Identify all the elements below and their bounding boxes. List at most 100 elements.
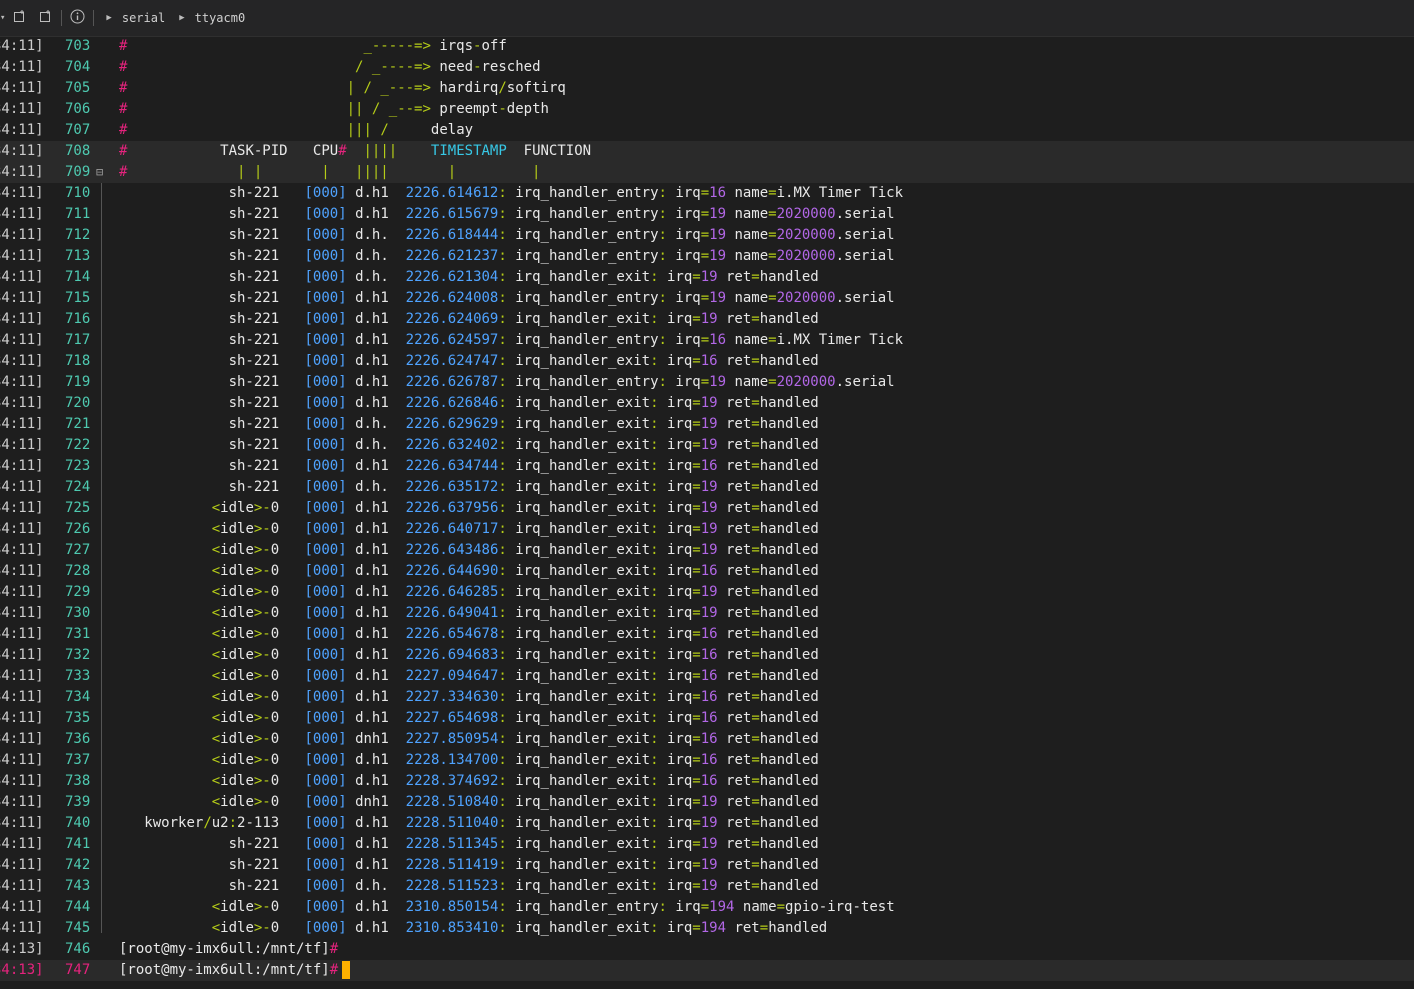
- trace-value: handled: [759, 710, 819, 726]
- task-pid: 0: [270, 668, 280, 684]
- task-bracket: >-: [253, 500, 271, 516]
- trace-function: irq_handler_exit: [515, 416, 651, 432]
- line-timestamp: 34:11]: [0, 437, 44, 453]
- line-number: 721: [65, 416, 91, 432]
- terminal-line: 34:13] 747 [root@my-imx6ull:/mnt/tf]#: [0, 960, 1414, 981]
- header-art: _-----=>: [363, 38, 431, 54]
- new-tab-icon[interactable]: [13, 9, 27, 27]
- trace-irq-key: irq: [666, 689, 693, 705]
- trace-cpu: 000: [312, 647, 339, 663]
- task-pid: 0: [270, 794, 280, 810]
- trace-eq: =: [692, 710, 701, 726]
- task-name: idle: [220, 521, 254, 537]
- terminal-cursor[interactable]: [342, 961, 351, 979]
- trace-colon: :: [498, 374, 507, 390]
- trace-value: .serial: [835, 290, 895, 306]
- trace-function: irq_handler_entry: [515, 899, 659, 915]
- trace-key: name: [734, 374, 769, 390]
- trace-time: 2226.614612: [405, 185, 499, 201]
- task-pid: 0: [270, 731, 280, 747]
- task-pid: 0: [270, 584, 280, 600]
- fold-collapse-icon[interactable]: ⊟: [96, 162, 103, 183]
- trace-colon: :: [498, 899, 507, 915]
- trace-value: .serial: [835, 227, 895, 243]
- trace-key: ret: [726, 794, 752, 810]
- trace-flags: d.h1: [355, 500, 389, 516]
- terminal-line: 34:11] 707 # ||| / delay: [0, 120, 1414, 141]
- trace-value: handled: [759, 731, 819, 747]
- trace-colon: :: [498, 752, 507, 768]
- trace-function: irq_handler_exit: [515, 437, 651, 453]
- trace-cpu-bracket: [: [304, 899, 313, 915]
- terminal-line: 34:11] 713 sh-221 [000] d.h. 2226.621237:…: [0, 246, 1414, 267]
- trace-cpu-bracket: ]: [338, 395, 347, 411]
- trace-flags: d.h1: [355, 647, 389, 663]
- terminal-line: 34:11] 708 # TASK-PID CPU# |||| TIMESTAMP …: [0, 141, 1414, 162]
- line-number: 720: [65, 395, 91, 411]
- trace-eq: =: [700, 227, 710, 243]
- terminal-line: 34:11] 712 sh-221 [000] d.h. 2226.618444:…: [0, 225, 1414, 246]
- trace-eq: =: [692, 269, 701, 285]
- trace-content: sh-221 [000] d.h. 2226.618444: irq_handl…: [119, 225, 895, 246]
- new-window-icon[interactable]: [39, 9, 53, 27]
- trace-flags: d.h1: [355, 626, 389, 642]
- task-bracket: >-: [253, 920, 271, 936]
- trace-irq-key: irq: [666, 542, 693, 558]
- prompt-text: [root@my-imx6ull:/mnt/tf]: [119, 962, 330, 978]
- trace-function: irq_handler_exit: [515, 773, 651, 789]
- breadcrumb-serial[interactable]: serial: [122, 11, 165, 25]
- trace-cpu: 000: [312, 710, 339, 726]
- trace-colon: :: [498, 290, 507, 306]
- trace-eq: =: [692, 752, 701, 768]
- trace-cpu-bracket: ]: [338, 521, 347, 537]
- trace-colon: :: [650, 395, 659, 411]
- trace-eq: =: [751, 689, 760, 705]
- terminal-line: 34:11] 709 # | | | |||| | | ⊟: [0, 162, 1414, 183]
- info-icon[interactable]: [70, 9, 85, 28]
- trace-content: sh-221 [000] d.h1 2226.614612: irq_handl…: [119, 183, 903, 204]
- trace-cpu: 000: [312, 773, 339, 789]
- terminal-line: 34:13] 746 [root@my-imx6ull:/mnt/tf]#: [0, 939, 1414, 960]
- trace-eq: =: [768, 290, 777, 306]
- trace-time: 2310.850154: [405, 899, 499, 915]
- trace-eq: =: [751, 542, 760, 558]
- trace-task-pid: <idle>-0: [119, 500, 279, 516]
- trace-irq-number: 19: [700, 857, 718, 873]
- trace-content: sh-221 [000] d.h1 2226.615679: irq_handl…: [119, 204, 895, 225]
- trace-colon: :: [498, 542, 507, 558]
- trace-task-pid: <idle>-0: [119, 605, 279, 621]
- trace-time: 2226.615679: [405, 206, 499, 222]
- trace-value: handled: [759, 857, 819, 873]
- trace-content: <idle>-0 [000] d.h1 2310.850154: irq_han…: [119, 897, 895, 918]
- trace-eq: =: [751, 353, 760, 369]
- trace-eq: =: [751, 773, 760, 789]
- trace-cpu: 000: [312, 689, 339, 705]
- trace-colon: :: [498, 773, 507, 789]
- trace-colon: :: [498, 437, 507, 453]
- line-number: 729: [65, 584, 91, 600]
- trace-colon: :: [650, 437, 659, 453]
- trace-value: handled: [759, 584, 819, 600]
- trace-content: <idle>-0 [000] d.h1 2310.853410: irq_han…: [119, 918, 827, 939]
- line-timestamp: 34:13]: [0, 941, 44, 957]
- task-pid: 2-113: [237, 815, 280, 831]
- line-number: 737: [65, 752, 91, 768]
- trace-task-pid: <idle>-0: [119, 668, 279, 684]
- trace-content: sh-221 [000] d.h. 2226.629629: irq_handl…: [119, 414, 819, 435]
- trace-colon: :: [650, 521, 659, 537]
- chevron-down-icon[interactable]: ▾: [0, 13, 5, 23]
- line-timestamp: 34:11]: [0, 920, 44, 936]
- trace-colon: :: [498, 521, 507, 537]
- trace-irq-number: 16: [700, 563, 718, 579]
- header-bars: ||||: [363, 143, 398, 159]
- trace-colon: :: [498, 458, 507, 474]
- trace-cpu-bracket: ]: [338, 206, 347, 222]
- line-number: 705: [65, 80, 91, 96]
- line-number: 740: [65, 815, 91, 831]
- trace-irq-number: 16: [700, 731, 718, 747]
- line-timestamp: 34:11]: [0, 689, 44, 705]
- breadcrumb-ttyacm0[interactable]: ttyacm0: [195, 11, 246, 25]
- trace-colon: :: [498, 563, 507, 579]
- trace-flags: d.h1: [355, 815, 389, 831]
- trace-cpu-bracket: ]: [338, 647, 347, 663]
